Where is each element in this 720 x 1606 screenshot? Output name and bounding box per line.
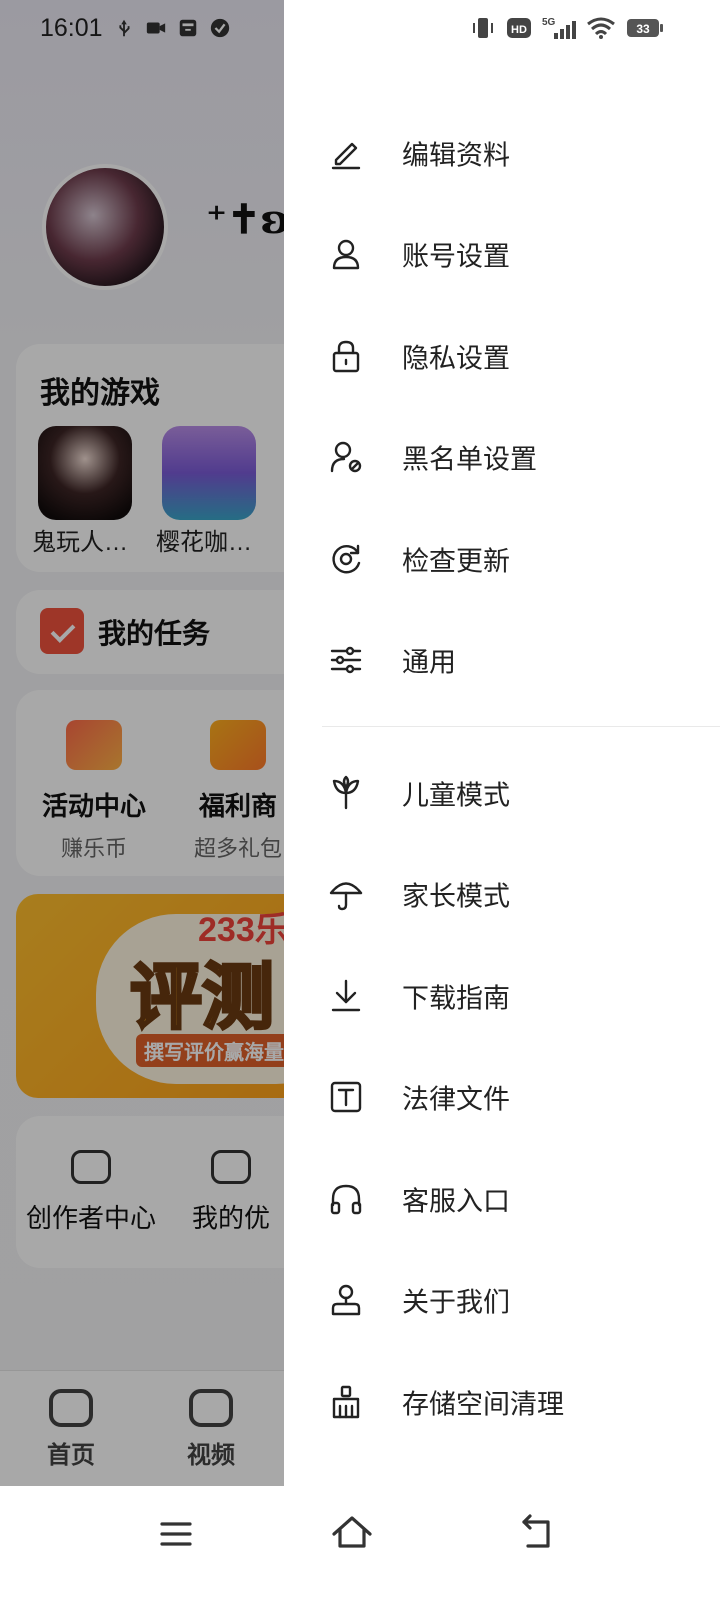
menu-label: 隐私设置 bbox=[402, 343, 510, 374]
menu-label: 法律文件 bbox=[402, 1084, 510, 1115]
drawer-menu: 编辑资料 账号设置 隐私设置 黑名单设置 检查更新 通用 儿童模式 家长模式 下… bbox=[284, 102, 720, 1453]
hd-icon: HD bbox=[507, 18, 531, 38]
menu-kids-mode[interactable]: 儿童模式 bbox=[284, 742, 720, 844]
text-doc-icon bbox=[330, 1082, 362, 1113]
broom-icon bbox=[332, 1385, 360, 1418]
menu-label: 客服入口 bbox=[402, 1186, 510, 1217]
menu-label: 下载指南 bbox=[402, 983, 510, 1014]
menu-divider bbox=[322, 726, 720, 727]
menu-label: 账号设置 bbox=[402, 241, 510, 272]
status-bar-right: HD 5G 33 bbox=[470, 12, 664, 44]
signal-icon: 5G bbox=[542, 17, 576, 39]
menu-general[interactable]: 通用 bbox=[284, 610, 720, 712]
user-block-icon bbox=[330, 442, 362, 473]
menu-customer-service[interactable]: 客服入口 bbox=[284, 1148, 720, 1250]
menu-label: 儿童模式 bbox=[402, 780, 510, 811]
menu-label: 通用 bbox=[402, 647, 456, 678]
edit-icon bbox=[331, 142, 361, 169]
home-icon[interactable] bbox=[328, 1510, 376, 1558]
download-icon bbox=[331, 979, 361, 1011]
sprout-icon bbox=[332, 775, 360, 809]
menu-legal-documents[interactable]: 法律文件 bbox=[284, 1047, 720, 1149]
umbrella-icon bbox=[329, 882, 363, 911]
sliders-icon bbox=[330, 647, 362, 674]
menu-storage-cleanup[interactable]: 存储空间清理 bbox=[284, 1351, 720, 1453]
menu-download-guide[interactable]: 下载指南 bbox=[284, 945, 720, 1047]
menu-about-us[interactable]: 关于我们 bbox=[284, 1250, 720, 1352]
menu-account-settings[interactable]: 账号设置 bbox=[284, 204, 720, 306]
settings-drawer: HD 5G 33 编辑资料 账号设置 隐私设置 黑名单设置 检查更新 通用 儿童… bbox=[284, 0, 720, 1486]
menu-check-update[interactable]: 检查更新 bbox=[284, 508, 720, 610]
menu-label: 关于我们 bbox=[402, 1287, 510, 1318]
network-text: 5G bbox=[542, 17, 556, 28]
menu-icon[interactable] bbox=[152, 1510, 200, 1558]
menu-label: 编辑资料 bbox=[402, 140, 510, 171]
hd-text: HD bbox=[511, 24, 527, 36]
lock-icon bbox=[332, 340, 360, 372]
user-icon bbox=[332, 240, 360, 270]
system-nav-bar bbox=[0, 1486, 720, 1606]
wifi-icon bbox=[587, 17, 615, 39]
battery-text: 33 bbox=[636, 22, 650, 36]
headphones-icon bbox=[330, 1184, 362, 1214]
menu-privacy-settings[interactable]: 隐私设置 bbox=[284, 305, 720, 407]
menu-label: 检查更新 bbox=[402, 546, 510, 577]
refresh-icon bbox=[332, 544, 361, 574]
menu-blacklist-settings[interactable]: 黑名单设置 bbox=[284, 407, 720, 509]
menu-parent-mode[interactable]: 家长模式 bbox=[284, 844, 720, 946]
stamp-icon bbox=[331, 1285, 361, 1316]
menu-label: 家长模式 bbox=[402, 881, 510, 912]
back-icon[interactable] bbox=[512, 1510, 560, 1558]
vibrate-icon bbox=[473, 18, 493, 38]
menu-edit-profile[interactable]: 编辑资料 bbox=[284, 102, 720, 204]
menu-label: 存储空间清理 bbox=[402, 1389, 564, 1420]
menu-label: 黑名单设置 bbox=[402, 444, 537, 475]
battery-icon: 33 bbox=[627, 19, 663, 37]
